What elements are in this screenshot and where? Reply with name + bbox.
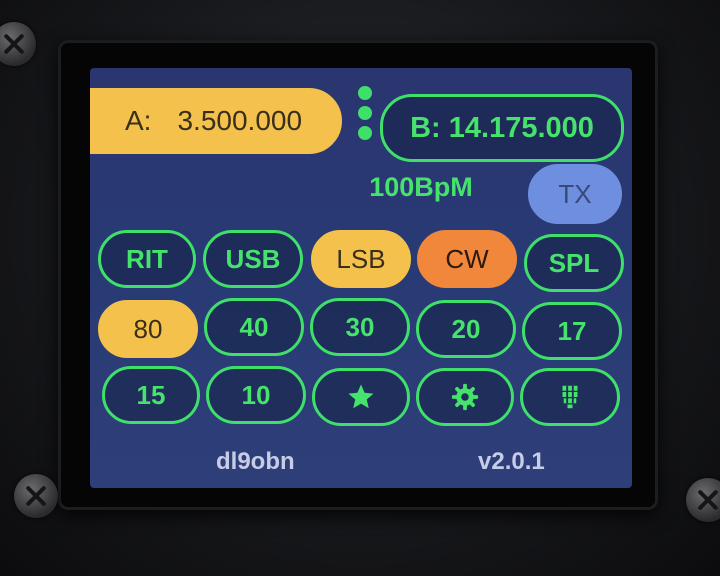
settings-button[interactable] — [416, 368, 514, 426]
gear-icon — [451, 383, 479, 411]
mounting-screw-bottom-left — [14, 474, 58, 518]
band-40-button[interactable]: 40 — [204, 298, 304, 356]
band-15-label: 15 — [136, 379, 166, 410]
keyer-speed-readout: 100BpM — [369, 172, 473, 202]
vfo-b-label: B: 14.175.000 — [410, 111, 594, 144]
lsb-button[interactable]: LSB — [311, 230, 411, 288]
usb-button[interactable]: USB — [203, 230, 303, 288]
usb-label: USB — [225, 243, 281, 274]
tx-label: TX — [558, 178, 592, 209]
split-label: SPL — [548, 247, 600, 278]
band-30-label: 30 — [345, 311, 375, 342]
touch-screen: A: 3.500.000 B: 14.175.000 100BpM TX RIT… — [90, 68, 632, 488]
band-17-button[interactable]: 17 — [522, 302, 622, 360]
band-10-button[interactable]: 10 — [206, 366, 306, 424]
vfo-a-button[interactable]: A: 3.500.000 — [90, 88, 342, 154]
band-15-button[interactable]: 15 — [102, 366, 200, 424]
favorites-button[interactable] — [312, 368, 410, 426]
cw-button[interactable]: CW — [417, 230, 517, 288]
callsign-label: dl9obn — [216, 448, 295, 475]
memory-chip-icon — [562, 385, 578, 409]
rit-label: RIT — [126, 243, 168, 274]
cw-label: CW — [445, 243, 489, 274]
version-label: v2.0.1 — [478, 448, 545, 475]
band-20-button[interactable]: 20 — [416, 300, 516, 358]
band-40-label: 40 — [239, 311, 269, 342]
vfo-a-prefix: A: — [125, 105, 152, 136]
band-20-label: 20 — [451, 313, 481, 344]
lsb-label: LSB — [336, 243, 386, 274]
band-80-label: 80 — [133, 313, 163, 344]
mounting-screw-bottom-right — [686, 478, 720, 522]
band-80-button[interactable]: 80 — [98, 300, 198, 358]
vfo-a-frequency: 3.500.000 — [177, 105, 303, 136]
band-17-label: 17 — [557, 315, 587, 346]
vfo-menu-dots-icon[interactable] — [358, 86, 374, 156]
tx-button[interactable]: TX — [528, 164, 622, 224]
band-30-button[interactable]: 30 — [310, 298, 410, 356]
star-icon — [348, 384, 374, 409]
band-10-label: 10 — [241, 379, 271, 410]
mounting-screw-top-left — [0, 22, 36, 66]
split-button[interactable]: SPL — [524, 234, 624, 292]
memory-button[interactable] — [520, 368, 620, 426]
rit-button[interactable]: RIT — [98, 230, 196, 288]
vfo-b-button[interactable]: B: 14.175.000 — [380, 94, 624, 162]
